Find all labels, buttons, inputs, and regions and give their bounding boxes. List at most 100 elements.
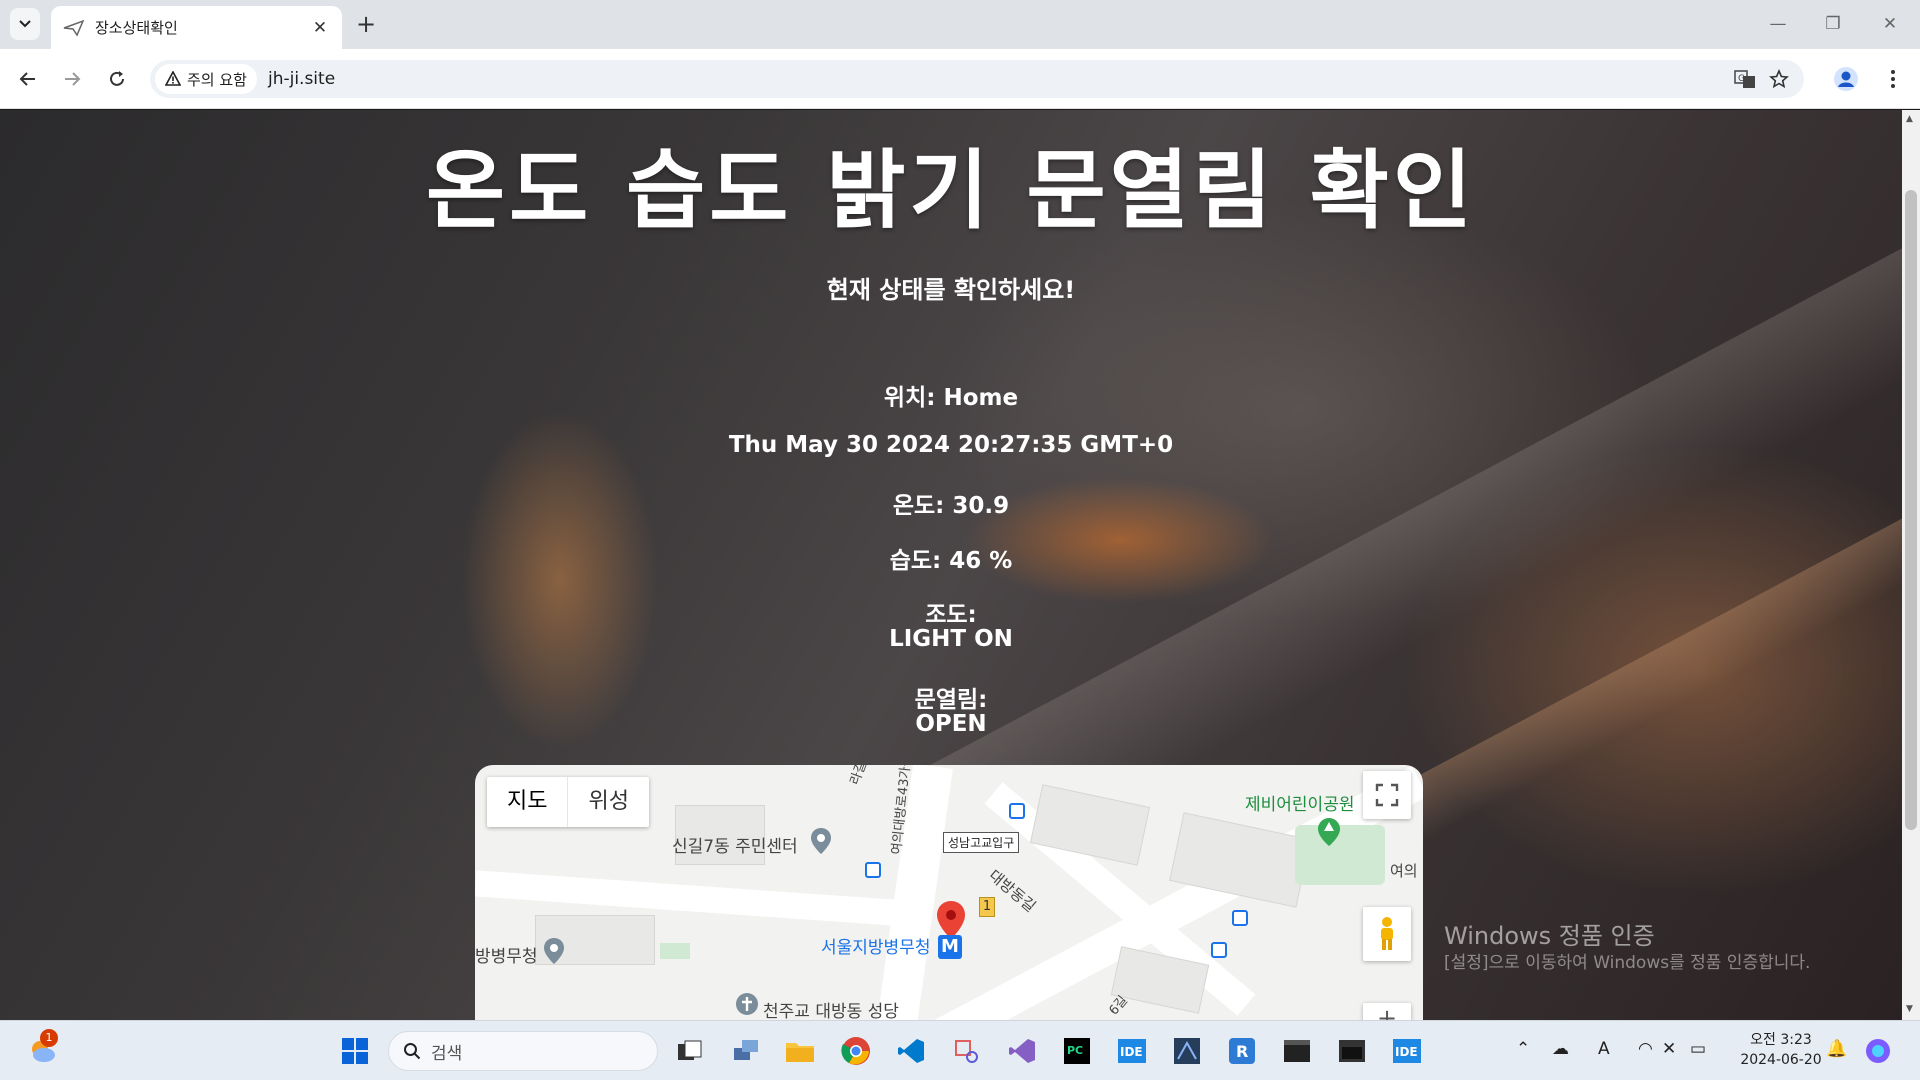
map-park-area: [660, 943, 690, 959]
google-map[interactable]: 지도 위성 + 신길7동 주민센터 제비어린이공원 서울지방병무청 M 1 방병…: [475, 765, 1423, 1020]
map-fullscreen-button[interactable]: [1363, 771, 1411, 819]
address-bar[interactable]: 주의 요함 jh-ji.site G: [150, 60, 1804, 98]
map-label-road-partial: 여의: [1390, 862, 1418, 880]
url-text[interactable]: jh-ji.site: [268, 69, 335, 89]
page-scrollbar[interactable]: ▲ ▼: [1902, 110, 1920, 1020]
svg-text:IDE: IDE: [1120, 1045, 1143, 1059]
map-type-control[interactable]: 지도 위성: [487, 777, 649, 827]
tab-strip: 장소상태확인 ✕ + — ❐ ✕: [0, 0, 1920, 49]
chevron-down-icon: [19, 20, 31, 28]
chrome-icon[interactable]: [838, 1033, 874, 1069]
scrollbar-thumb[interactable]: [1905, 190, 1917, 830]
arrow-left-icon: [19, 72, 35, 86]
close-window-button[interactable]: ✕: [1870, 10, 1910, 38]
ide-icon[interactable]: IDE: [1114, 1033, 1150, 1069]
taskbar-search-placeholder: 검색: [431, 1043, 463, 1064]
vscode-icon[interactable]: [893, 1033, 929, 1069]
wifi-icon[interactable]: ◠: [1638, 1039, 1653, 1059]
ide2-icon[interactable]: IDE: [1389, 1033, 1425, 1069]
file-explorer-icon[interactable]: [782, 1033, 818, 1069]
bus-stop-icon[interactable]: [1009, 803, 1025, 819]
volume-muted-icon[interactable]: ✕: [1662, 1039, 1676, 1059]
browser-menu-button[interactable]: [1877, 63, 1909, 95]
snipping-tool-icon[interactable]: [948, 1033, 984, 1069]
church-icon[interactable]: [735, 992, 759, 1016]
onedrive-icon[interactable]: ☁: [1552, 1039, 1569, 1059]
notification-badge: 1: [40, 1029, 58, 1047]
windows-taskbar: 1 검색 PC IDE R IDE ⌃ ☁ A ◠ ✕ ▭ 오전 3:23 20…: [0, 1020, 1920, 1080]
reload-button[interactable]: [101, 63, 133, 95]
map-type-satellite-button[interactable]: 위성: [568, 777, 648, 827]
light-value: LIGHT ON: [889, 626, 1013, 652]
scroll-down-arrow-icon[interactable]: ▼: [1906, 1004, 1913, 1014]
place-marker-icon[interactable]: [810, 827, 832, 855]
scroll-up-arrow-icon[interactable]: ▲: [1906, 114, 1913, 124]
tab-active[interactable]: 장소상태확인 ✕: [51, 6, 342, 49]
minimize-button[interactable]: —: [1758, 10, 1798, 38]
location-text: 위치: Home: [883, 385, 1019, 411]
tab-close-icon[interactable]: ✕: [310, 18, 330, 38]
humidity-text: 습도: 46 %: [889, 548, 1013, 574]
visual-studio-icon[interactable]: [1004, 1033, 1040, 1069]
map-road: [877, 765, 953, 1020]
svg-text:G: G: [1738, 74, 1745, 84]
exit-number-badge: 1: [979, 897, 995, 917]
app-icon[interactable]: [1169, 1033, 1205, 1069]
svg-text:R: R: [1236, 1042, 1248, 1061]
restore-button[interactable]: ❐: [1813, 10, 1853, 38]
door-label: 문열림:: [914, 687, 988, 713]
page-viewport: 온도 습도 밝기 문열림 확인 현재 상태를 확인하세요! 위치: Home T…: [0, 110, 1920, 1020]
translate-icon[interactable]: G: [1730, 64, 1760, 94]
map-label-church: 천주교 대방동 성당: [763, 1002, 899, 1020]
bus-stop-icon[interactable]: [1232, 910, 1248, 926]
clock-date: 2024-06-20: [1740, 1052, 1822, 1068]
pycharm-icon[interactable]: PC: [1059, 1033, 1095, 1069]
favicon-icon: [63, 19, 85, 37]
light-label: 조도:: [925, 602, 977, 628]
profile-button[interactable]: [1830, 63, 1862, 95]
remote-desktop-icon[interactable]: [728, 1033, 764, 1069]
place-marker-icon[interactable]: [543, 937, 565, 965]
new-tab-button[interactable]: +: [352, 10, 380, 38]
datetime-text: Thu May 30 2024 20:27:35 GMT+0: [728, 432, 1174, 458]
taskbar-clock[interactable]: 오전 3:23 2024-06-20: [1736, 1030, 1826, 1070]
forward-button[interactable]: [56, 63, 88, 95]
map-zoom-in-button[interactable]: +: [1363, 1003, 1411, 1020]
app-r-icon[interactable]: R: [1224, 1033, 1260, 1069]
map-label-community-center: 신길7동 주민센터: [672, 837, 798, 857]
windows-activation-title: Windows 정품 인증: [1444, 922, 1655, 950]
location-pin-icon[interactable]: [935, 900, 967, 940]
terminal2-icon[interactable]: [1334, 1033, 1370, 1069]
battery-icon[interactable]: ▭: [1690, 1039, 1706, 1059]
bus-stop-icon[interactable]: [1211, 942, 1227, 958]
windows-logo-icon: [342, 1038, 368, 1064]
page-subtitle: 현재 상태를 확인하세요!: [826, 276, 1076, 304]
street-view-pegman-button[interactable]: [1363, 907, 1411, 961]
park-marker-icon[interactable]: [1317, 817, 1341, 847]
start-button[interactable]: [337, 1033, 373, 1069]
notification-bell-icon[interactable]: 🔔: [1826, 1039, 1847, 1059]
tray-overflow-chevron-icon[interactable]: ⌃: [1516, 1039, 1530, 1059]
map-label-park: 제비어린이공원: [1245, 795, 1355, 815]
taskbar-search[interactable]: 검색: [388, 1031, 658, 1071]
metro-station-icon[interactable]: M: [938, 935, 962, 959]
back-button[interactable]: [12, 63, 44, 95]
copilot-icon[interactable]: [1860, 1033, 1896, 1069]
bookmark-star-icon[interactable]: [1764, 64, 1794, 94]
tab-search-button[interactable]: [10, 8, 40, 40]
door-value: OPEN: [915, 711, 987, 737]
windows-activation-text: [설정]으로 이동하여 Windows를 정품 인증합니다.: [1444, 953, 1811, 973]
more-vert-icon: [1891, 70, 1895, 88]
task-view-icon[interactable]: [672, 1033, 708, 1069]
plus-icon: +: [1376, 1004, 1398, 1020]
terminal-icon[interactable]: [1279, 1033, 1315, 1069]
browser-toolbar: 주의 요함 jh-ji.site G: [0, 49, 1920, 109]
tab-title: 장소상태확인: [95, 19, 178, 37]
pegman-icon: [1381, 917, 1393, 950]
clock-time: 오전 3:23: [1750, 1032, 1812, 1048]
bus-stop-icon[interactable]: [865, 862, 881, 878]
map-type-map-button[interactable]: 지도: [487, 777, 567, 827]
search-icon: [404, 1043, 421, 1060]
security-warning-chip[interactable]: 주의 요함: [155, 64, 257, 94]
ime-indicator-icon[interactable]: A: [1598, 1039, 1610, 1059]
